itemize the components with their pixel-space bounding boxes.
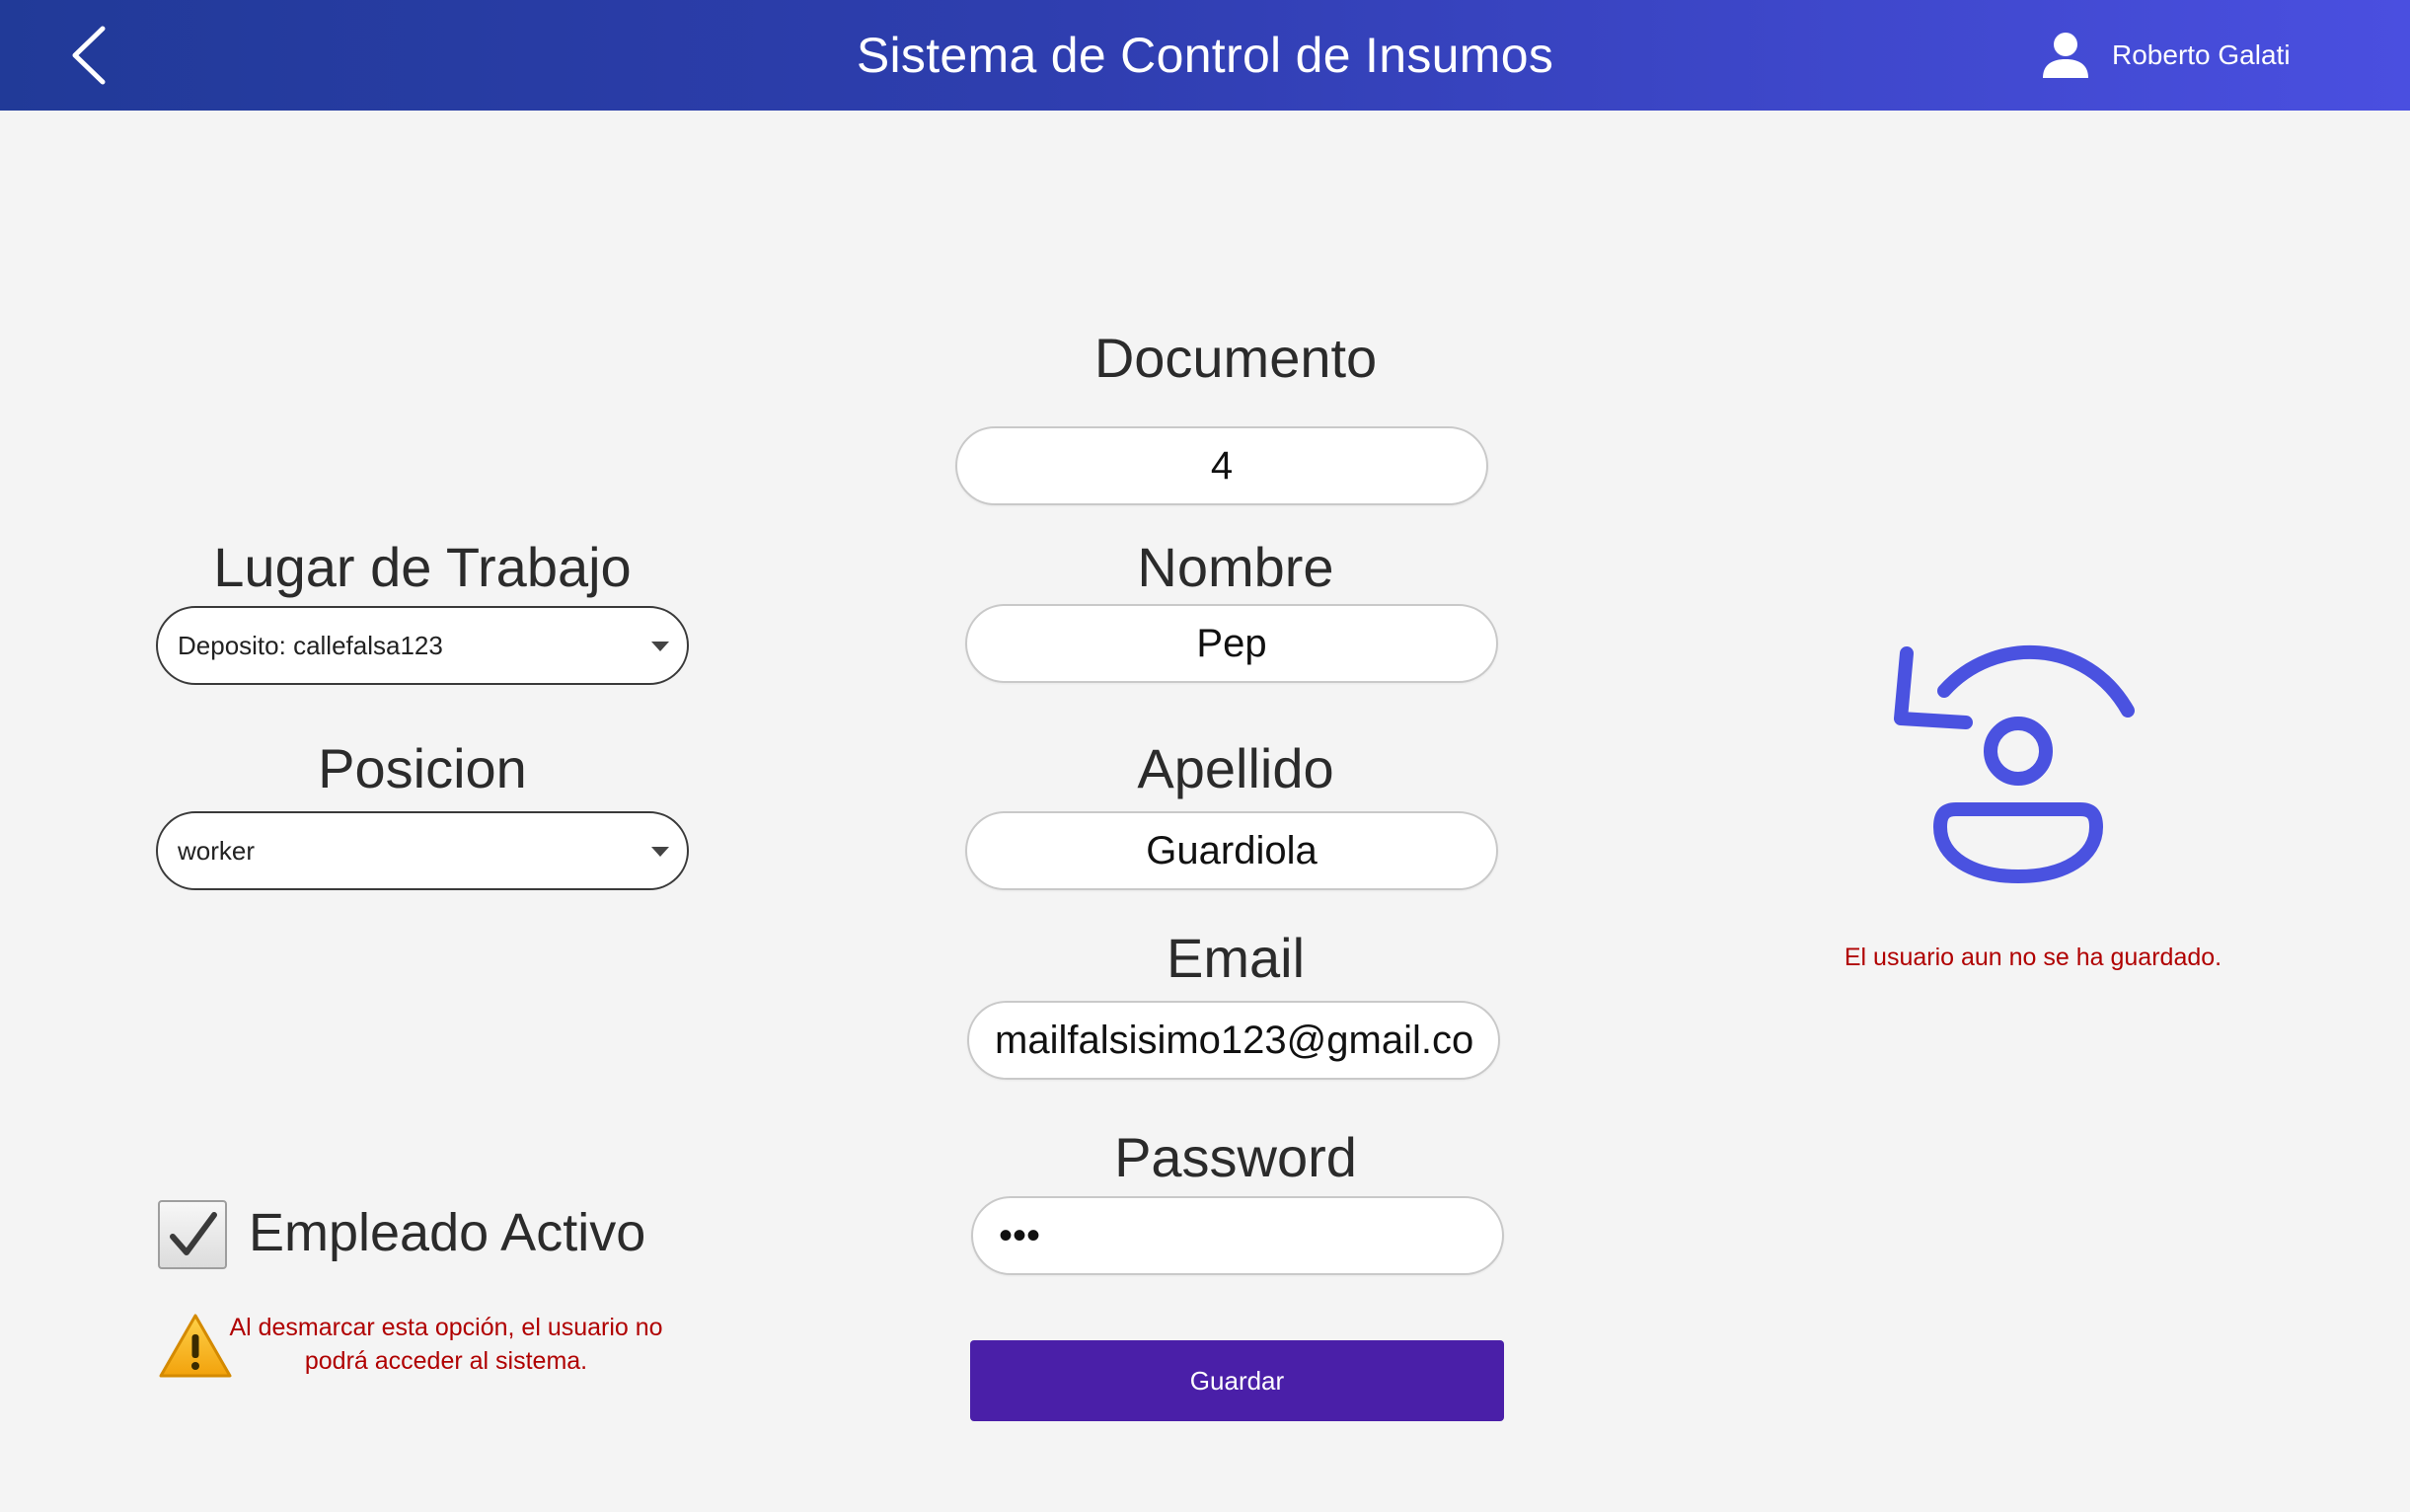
empleado-activo-warning: Al desmarcar esta opción, el usuario no …	[229, 1314, 663, 1375]
checkmark-icon	[170, 1212, 217, 1255]
warning-icon	[159, 1314, 232, 1378]
posicion-select[interactable]: worker	[156, 811, 689, 890]
lugar-de-trabajo-selected: Deposito: callefalsa123	[178, 630, 443, 660]
empleado-activo-checkbox[interactable]	[158, 1200, 227, 1269]
user-icon	[2043, 33, 2088, 78]
unsaved-user-icon	[1894, 644, 2135, 883]
nombre-field[interactable]	[965, 604, 1498, 683]
posicion-label: Posicion	[318, 737, 527, 799]
documento-label: Documento	[1093, 327, 1378, 389]
email-field[interactable]	[967, 1001, 1500, 1080]
top-bar: Sistema de Control de Insumos Roberto Ga…	[0, 0, 2410, 111]
lugar-de-trabajo-select[interactable]: Deposito: callefalsa123	[156, 606, 689, 685]
save-status-message: El usuario aun no se ha guardado.	[1844, 944, 2222, 971]
apellido-field[interactable]	[965, 811, 1498, 890]
chevron-down-icon	[651, 642, 669, 651]
user-menu[interactable]: Roberto Galati	[2041, 22, 2291, 89]
back-button[interactable]	[61, 22, 116, 89]
lugar-de-trabajo-label: Lugar de Trabajo	[213, 536, 632, 598]
email-label: Email	[1166, 927, 1306, 989]
password-label: Password	[1114, 1126, 1357, 1188]
posicion-selected: worker	[178, 835, 256, 866]
chevron-down-icon	[651, 847, 669, 857]
nombre-label: Nombre	[1137, 536, 1334, 598]
chevron-left-icon	[72, 26, 106, 85]
password-field[interactable]	[971, 1196, 1504, 1275]
apellido-label: Apellido	[1137, 737, 1334, 799]
documento-field[interactable]	[955, 426, 1488, 505]
save-button[interactable]: Guardar	[970, 1340, 1504, 1421]
user-name: Roberto Galati	[2112, 39, 2291, 70]
empleado-activo-label: Empleado Activo	[249, 1203, 646, 1262]
